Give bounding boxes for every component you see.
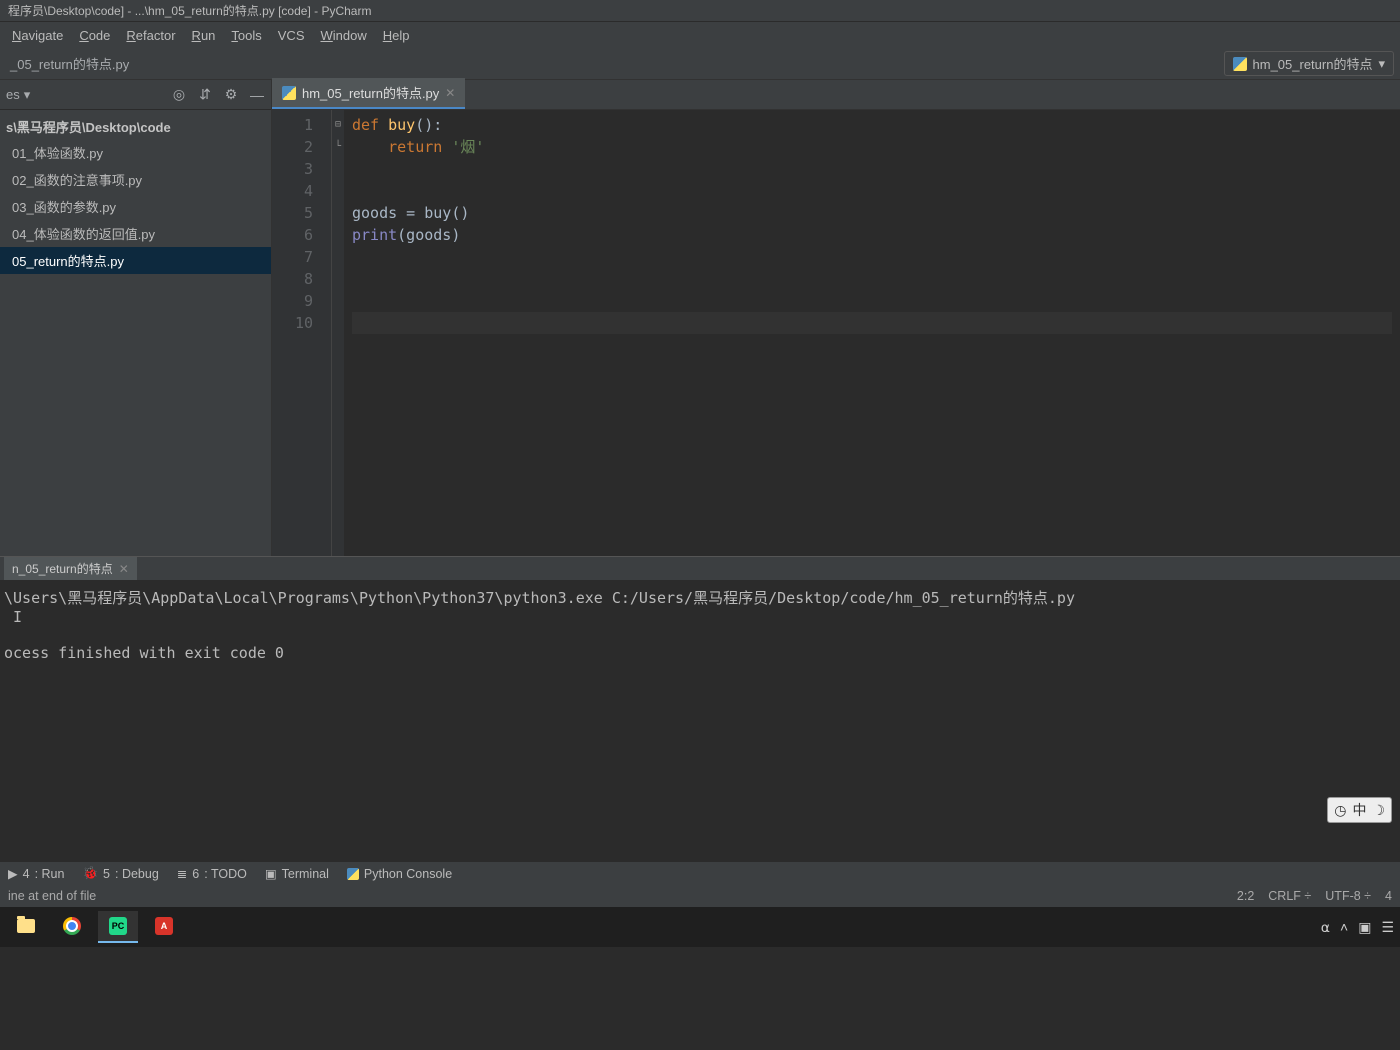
terminal-icon: ▣ xyxy=(265,866,277,881)
taskbar-chrome[interactable] xyxy=(52,911,92,943)
tool-todo[interactable]: ≣6: TODO xyxy=(177,866,247,881)
title-bar: 程序员\Desktop\code] - ...\hm_05_return的特点.… xyxy=(0,0,1400,22)
list-icon: ≣ xyxy=(177,866,187,881)
code-content[interactable]: def buy(): return '烟' goods = buy()print… xyxy=(344,110,1400,556)
breadcrumb[interactable]: _05_return的特点.py xyxy=(6,54,129,73)
encoding[interactable]: UTF-8 ÷ xyxy=(1325,889,1371,903)
taskbar-pycharm[interactable]: PC xyxy=(98,911,138,943)
tool-terminal[interactable]: ▣Terminal xyxy=(265,866,329,881)
console-output[interactable]: \Users\黑马程序员\AppData\Local\Programs\Pyth… xyxy=(0,581,1400,861)
tab-label: hm_05_return的特点.py xyxy=(302,83,439,102)
main-area: es ▾ ◎ ⇵ ⚙ — s\黑马程序员\Desktop\code 01_体验函… xyxy=(0,80,1400,556)
status-message: ine at end of file xyxy=(8,889,96,903)
cursor-position[interactable]: 2:2 xyxy=(1237,889,1254,903)
tree-file[interactable]: 02_函数的注意事项.py xyxy=(0,166,271,193)
moon-icon: ☽ xyxy=(1372,802,1385,819)
run-config-label: hm_05_return的特点 xyxy=(1253,54,1373,73)
title-text: 程序员\Desktop\code] - ...\hm_05_return的特点.… xyxy=(8,2,371,19)
ime-lang: 中 xyxy=(1352,800,1366,820)
chevron-up-icon[interactable]: ˄ xyxy=(1340,919,1348,935)
python-icon xyxy=(347,868,359,880)
people-icon[interactable]: ⍺ xyxy=(1321,919,1330,936)
gauge-icon: ◷ xyxy=(1334,802,1346,819)
editor-tab-bar: hm_05_return的特点.py ✕ xyxy=(272,80,1400,110)
run-panel-tab[interactable]: n_05_return的特点 ✕ xyxy=(4,557,137,580)
taskbar-pdf[interactable]: A xyxy=(144,911,184,943)
fold-gutter: ⊟ └ xyxy=(332,110,344,556)
menu-window[interactable]: Window xyxy=(313,25,375,46)
run-tab-label: n_05_return的特点 xyxy=(12,560,113,577)
pdf-icon: A xyxy=(155,917,173,935)
tree-file[interactable]: 01_体验函数.py xyxy=(0,139,271,166)
collapse-icon[interactable]: ⇵ xyxy=(197,87,213,103)
chevron-down-icon[interactable]: ▾ xyxy=(24,87,31,103)
python-icon xyxy=(282,86,296,100)
bug-icon: 🐞 xyxy=(82,866,98,881)
close-icon[interactable]: ✕ xyxy=(445,86,455,100)
pycharm-icon: PC xyxy=(109,917,127,935)
navigation-bar: _05_return的特点.py hm_05_return的特点 ▾ xyxy=(0,48,1400,80)
project-tree[interactable]: s\黑马程序员\Desktop\code 01_体验函数.py02_函数的注意事… xyxy=(0,110,271,278)
run-panel-tabs: n_05_return的特点 ✕ xyxy=(0,557,1400,581)
python-icon xyxy=(1233,57,1247,71)
line-gutter: 12345678910 xyxy=(272,110,332,556)
ime-indicator[interactable]: ◷ 中 ☽ xyxy=(1327,797,1392,823)
tree-file[interactable]: 05_return的特点.py xyxy=(0,247,271,274)
indent[interactable]: 4 xyxy=(1385,889,1392,903)
folder-icon xyxy=(17,919,35,933)
menu-code[interactable]: Code xyxy=(71,25,118,46)
gear-icon[interactable]: ⚙ xyxy=(223,87,239,103)
menu-tools[interactable]: Tools xyxy=(223,25,269,46)
editor-area: hm_05_return的特点.py ✕ 12345678910 ⊟ └ def… xyxy=(272,80,1400,556)
tree-file[interactable]: 04_体验函数的返回值.py xyxy=(0,220,271,247)
close-icon[interactable]: ✕ xyxy=(119,562,129,576)
menu-help[interactable]: Help xyxy=(375,25,418,46)
editor-tab[interactable]: hm_05_return的特点.py ✕ xyxy=(272,78,465,109)
run-panel: n_05_return的特点 ✕ \Users\黑马程序员\AppData\Lo… xyxy=(0,556,1400,861)
bottom-tool-bar: ▶4: Run 🐞5: Debug ≣6: TODO ▣Terminal Pyt… xyxy=(0,861,1400,885)
fold-icon[interactable]: ⊟ xyxy=(332,114,344,136)
system-tray[interactable]: ⍺ ˄ ▣ ☰ xyxy=(1321,919,1394,936)
tree-root[interactable]: s\黑马程序员\Desktop\code xyxy=(0,114,271,139)
menu-refactor[interactable]: Refactor xyxy=(118,25,183,46)
tray-icon[interactable]: ▣ xyxy=(1358,919,1371,936)
project-sidebar: es ▾ ◎ ⇵ ⚙ — s\黑马程序员\Desktop\code 01_体验函… xyxy=(0,80,272,556)
run-config-selector[interactable]: hm_05_return的特点 ▾ xyxy=(1224,51,1394,76)
menu-navigate[interactable]: Navigate xyxy=(4,25,71,46)
menu-vcs[interactable]: VCS xyxy=(270,25,313,46)
minimize-icon[interactable]: — xyxy=(249,87,265,103)
menu-run[interactable]: Run xyxy=(184,25,224,46)
taskbar: PC A ⍺ ˄ ▣ ☰ xyxy=(0,907,1400,947)
menu-bar: Navigate Code Refactor Run Tools VCS Win… xyxy=(0,22,1400,48)
sidebar-title: es xyxy=(6,87,20,102)
fold-end-icon: └ xyxy=(332,136,344,158)
taskbar-explorer[interactable] xyxy=(6,911,46,943)
line-separator[interactable]: CRLF ÷ xyxy=(1268,889,1311,903)
run-icon: ▶ xyxy=(8,866,18,881)
tool-run[interactable]: ▶4: Run xyxy=(8,866,64,881)
chevron-down-icon: ▾ xyxy=(1378,56,1385,72)
tool-debug[interactable]: 🐞5: Debug xyxy=(82,866,158,881)
code-editor[interactable]: 12345678910 ⊟ └ def buy(): return '烟' go… xyxy=(272,110,1400,556)
status-bar: ine at end of file 2:2 CRLF ÷ UTF-8 ÷ 4 xyxy=(0,885,1400,907)
tray-icon[interactable]: ☰ xyxy=(1381,919,1394,936)
chrome-icon xyxy=(63,917,81,935)
tool-python-console[interactable]: Python Console xyxy=(347,867,452,881)
locate-icon[interactable]: ◎ xyxy=(171,87,187,103)
sidebar-header: es ▾ ◎ ⇵ ⚙ — xyxy=(0,80,271,110)
tree-file[interactable]: 03_函数的参数.py xyxy=(0,193,271,220)
